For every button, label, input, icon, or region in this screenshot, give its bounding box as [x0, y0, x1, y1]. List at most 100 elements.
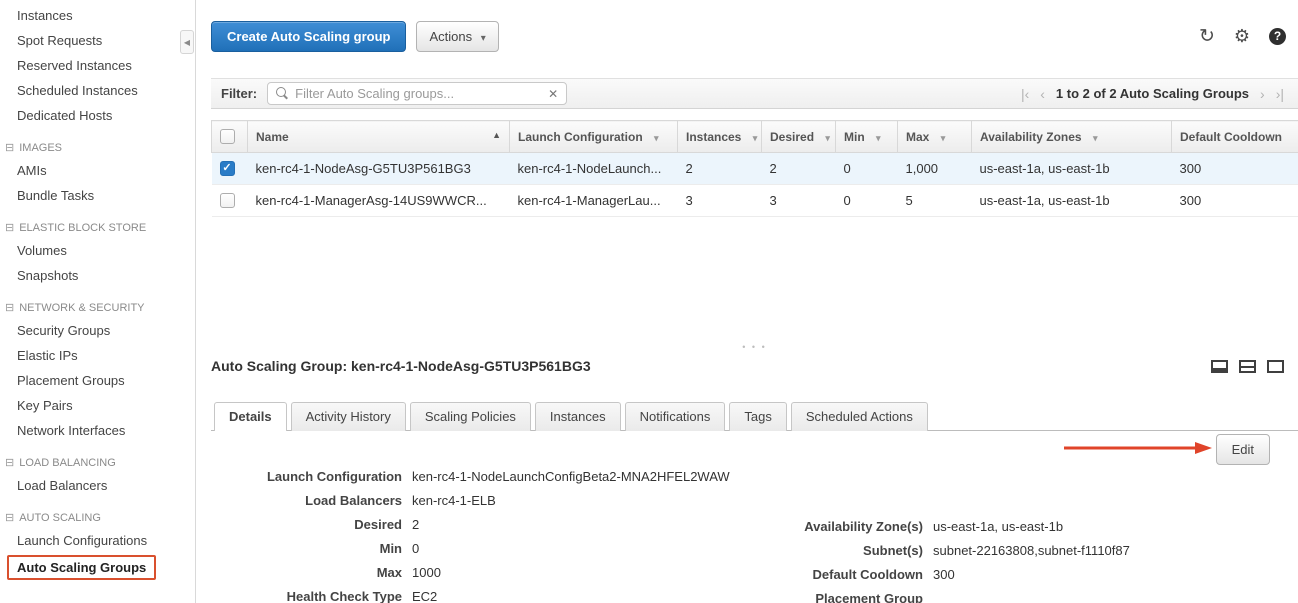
sidebar-item-reserved-instances[interactable]: Reserved Instances [0, 53, 195, 78]
actions-button[interactable]: Actions ▾ [416, 21, 498, 52]
sidebar-item-scheduled-instances[interactable]: Scheduled Instances [0, 78, 195, 103]
cell-instances: 3 [678, 185, 762, 217]
sidebar-item-network-interfaces[interactable]: Network Interfaces [0, 418, 195, 443]
auto-scaling-groups-table: Name ▲ Launch Configuration ▾ Instances … [211, 120, 1298, 217]
tab-notifications[interactable]: Notifications [625, 402, 726, 431]
first-page-icon[interactable]: |‹ [1021, 86, 1029, 102]
field-label: Desired [211, 517, 412, 532]
last-page-icon[interactable]: ›| [1276, 86, 1284, 102]
column-header-min[interactable]: Min ▾ [836, 121, 898, 153]
cell-name: ken-rc4-1-ManagerAsg-14US9WWCR... [248, 185, 510, 217]
sort-ascending-icon: ▲ [492, 130, 501, 140]
sidebar-section-images: ⊟ IMAGES [0, 128, 195, 158]
full-pane-icon[interactable] [1267, 360, 1284, 373]
table-header-row: Name ▲ Launch Configuration ▾ Instances … [212, 121, 1298, 153]
collapse-section-icon[interactable]: ⊟ [5, 141, 14, 154]
cell-launch-configuration: ken-rc4-1-NodeLaunch... [510, 153, 678, 185]
tab-activity-history[interactable]: Activity History [291, 402, 406, 431]
collapse-section-icon[interactable]: ⊟ [5, 456, 14, 469]
cell-max: 5 [898, 185, 972, 217]
sidebar-item-amis[interactable]: AMIs [0, 158, 195, 183]
row-checkbox[interactable] [220, 193, 235, 208]
split-pane-icon[interactable] [1239, 360, 1256, 373]
column-header-availability-zones[interactable]: Availability Zones ▾ [972, 121, 1172, 153]
filter-search-box: ✕ [267, 82, 567, 105]
tab-details[interactable]: Details [214, 402, 287, 431]
create-auto-scaling-group-button[interactable]: Create Auto Scaling group [211, 21, 406, 52]
sidebar-collapse-button[interactable]: ◀ [180, 30, 194, 54]
field-value: 0 [412, 541, 419, 556]
tab-scaling-policies[interactable]: Scaling Policies [410, 402, 531, 431]
sidebar-item-spot-requests[interactable]: Spot Requests [0, 28, 195, 53]
tab-scheduled-actions[interactable]: Scheduled Actions [791, 402, 928, 431]
sidebar-item-dedicated-hosts[interactable]: Dedicated Hosts [0, 103, 195, 128]
panel-splitter-handle[interactable]: • • • [211, 342, 1298, 354]
sidebar-item-instances[interactable]: Instances [0, 3, 195, 28]
table-row[interactable]: ✓ ken-rc4-1-NodeAsg-G5TU3P561BG3 ken-rc4… [212, 153, 1298, 185]
column-header-instances[interactable]: Instances ▾ [678, 121, 762, 153]
section-label: IMAGES [19, 142, 62, 154]
column-header-desired[interactable]: Desired ▾ [762, 121, 836, 153]
collapse-section-icon[interactable]: ⊟ [5, 511, 14, 524]
field-default-cooldown: Default Cooldown 300 [722, 567, 1130, 582]
column-label: Launch Configuration [518, 130, 643, 144]
table-row[interactable]: ken-rc4-1-ManagerAsg-14US9WWCR... ken-rc… [212, 185, 1298, 217]
sidebar-item-bundle-tasks[interactable]: Bundle Tasks [0, 183, 195, 208]
filter-search-input[interactable] [295, 86, 542, 101]
sort-caret-icon: ▾ [941, 133, 946, 143]
field-value: ken-rc4-1-NodeLaunchConfigBeta2-MNA2HFEL… [412, 469, 730, 484]
edit-button[interactable]: Edit [1216, 434, 1270, 465]
tab-tags[interactable]: Tags [729, 402, 786, 431]
sidebar-item-snapshots[interactable]: Snapshots [0, 263, 195, 288]
field-label: Max [211, 565, 412, 580]
sidebar-item-auto-scaling-groups[interactable]: Auto Scaling Groups [7, 555, 156, 580]
field-value: EC2 [412, 589, 437, 603]
field-label: Availability Zone(s) [722, 519, 933, 534]
field-value: us-east-1a, us-east-1b [933, 519, 1063, 534]
sidebar-item-launch-configurations[interactable]: Launch Configurations [0, 528, 195, 553]
column-header-name[interactable]: Name ▲ [248, 121, 510, 153]
sidebar-item-key-pairs[interactable]: Key Pairs [0, 393, 195, 418]
column-header-default-cooldown[interactable]: Default Cooldown [1172, 121, 1298, 153]
sidebar-item-placement-groups[interactable]: Placement Groups [0, 368, 195, 393]
column-header-max[interactable]: Max ▾ [898, 121, 972, 153]
collapse-section-icon[interactable]: ⊟ [5, 301, 14, 314]
sidebar-item-volumes[interactable]: Volumes [0, 238, 195, 263]
row-checkbox-checked[interactable]: ✓ [220, 161, 235, 176]
cell-desired: 2 [762, 153, 836, 185]
gear-icon[interactable]: ⚙ [1234, 27, 1250, 45]
refresh-icon[interactable]: ↻ [1199, 27, 1215, 46]
bottom-pane-icon[interactable] [1211, 360, 1228, 373]
collapse-sidebar-icon: ◀ [184, 38, 190, 47]
clear-filter-icon[interactable]: ✕ [548, 87, 558, 101]
main-content: Create Auto Scaling group Actions ▾ ↻ ⚙ … [197, 0, 1298, 603]
field-min: Min 0 [211, 541, 730, 556]
column-label: Max [906, 130, 929, 144]
cell-max: 1,000 [898, 153, 972, 185]
column-label: Availability Zones [980, 130, 1082, 144]
previous-page-icon[interactable]: ‹ [1040, 86, 1045, 102]
next-page-icon[interactable]: › [1260, 86, 1265, 102]
column-label: Desired [770, 130, 814, 144]
select-all-checkbox[interactable] [220, 129, 235, 144]
cell-instances: 2 [678, 153, 762, 185]
sidebar-item-security-groups[interactable]: Security Groups [0, 318, 195, 343]
help-icon[interactable]: ? [1269, 28, 1286, 45]
sidebar-item-load-balancers[interactable]: Load Balancers [0, 473, 195, 498]
column-label: Default Cooldown [1180, 130, 1282, 144]
sidebar-section-load-balancing: ⊟ LOAD BALANCING [0, 443, 195, 473]
field-load-balancers: Load Balancers ken-rc4-1-ELB [211, 493, 730, 508]
field-subnets: Subnet(s) subnet-22163808,subnet-f1110f8… [722, 543, 1130, 558]
field-value: ken-rc4-1-ELB [412, 493, 496, 508]
section-label: ELASTIC BLOCK STORE [19, 222, 146, 234]
detail-panel-title: Auto Scaling Group: ken-rc4-1-NodeAsg-G5… [211, 358, 591, 374]
tab-instances[interactable]: Instances [535, 402, 621, 431]
collapse-section-icon[interactable]: ⊟ [5, 221, 14, 234]
sidebar-item-elastic-ips[interactable]: Elastic IPs [0, 343, 195, 368]
field-max: Max 1000 [211, 565, 730, 580]
field-label: Load Balancers [211, 493, 412, 508]
column-header-launch-configuration[interactable]: Launch Configuration ▾ [510, 121, 678, 153]
pane-layout-controls [1211, 360, 1284, 373]
search-icon [276, 87, 289, 100]
toolbar: Create Auto Scaling group Actions ▾ ↻ ⚙ … [211, 20, 1286, 52]
